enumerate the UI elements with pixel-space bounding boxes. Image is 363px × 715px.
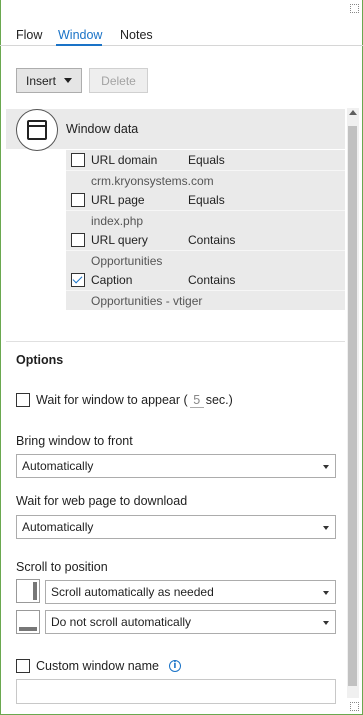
- property-operator[interactable]: Contains: [188, 273, 235, 287]
- info-icon[interactable]: i: [168, 660, 181, 672]
- scrollbar-thumb[interactable]: [348, 126, 357, 686]
- horizontal-scroll-value: Do not scroll automatically: [51, 615, 192, 629]
- resize-grip-icon[interactable]: [350, 4, 359, 13]
- custom-window-name-option: Custom window name i: [16, 658, 181, 674]
- bring-to-front-label: Bring window to front: [16, 434, 133, 448]
- insert-button-label: Insert: [25, 73, 56, 88]
- property-operator[interactable]: Equals: [188, 153, 225, 167]
- wait-seconds-suffix: sec.): [205, 393, 233, 407]
- wait-for-window-label: Wait for window to appear (: [36, 393, 188, 407]
- wait-for-page-label: Wait for web page to download: [16, 494, 188, 508]
- wait-for-page-value: Automatically: [22, 520, 94, 534]
- vertical-scroll-icon: [16, 579, 40, 603]
- active-tab-indicator: [56, 44, 102, 46]
- delete-button-label: Delete: [101, 73, 136, 88]
- section-divider: [6, 341, 345, 342]
- tab-flow[interactable]: Flow: [16, 28, 42, 42]
- chevron-down-icon: [323, 526, 329, 530]
- property-name: Caption: [91, 273, 133, 287]
- caption-checkbox[interactable]: [71, 273, 85, 287]
- property-value-row[interactable]: index.php: [66, 210, 345, 230]
- property-row-caption[interactable]: Caption Contains: [66, 270, 345, 290]
- horizontal-scroll-select[interactable]: Do not scroll automatically: [45, 610, 336, 634]
- custom-window-name-checkbox[interactable]: [16, 659, 30, 673]
- property-operator[interactable]: Equals: [188, 193, 225, 207]
- property-value-row[interactable]: Opportunities - vtiger: [66, 290, 345, 310]
- wait-seconds-input[interactable]: 5: [189, 393, 204, 408]
- delete-button[interactable]: Delete: [89, 68, 148, 93]
- bring-to-front-select[interactable]: Automatically: [16, 454, 336, 478]
- property-value[interactable]: crm.kryonsystems.com: [91, 174, 214, 188]
- chevron-down-icon: [323, 465, 329, 469]
- window-icon-badge: [16, 109, 58, 151]
- property-name: URL page: [91, 193, 145, 207]
- vertical-scroll-value: Scroll automatically as needed: [51, 585, 214, 599]
- wait-for-page-select[interactable]: Automatically: [16, 515, 336, 539]
- url-query-checkbox[interactable]: [71, 233, 85, 247]
- property-value-row[interactable]: crm.kryonsystems.com: [66, 170, 345, 190]
- property-row-url-query[interactable]: URL query Contains: [66, 230, 345, 250]
- property-row-url-page[interactable]: URL page Equals: [66, 190, 345, 210]
- window-data-header[interactable]: Window data: [6, 109, 345, 151]
- tab-bar: Flow Window Notes: [0, 22, 363, 46]
- chevron-down-icon: [323, 591, 329, 595]
- property-value-row[interactable]: Opportunities: [66, 250, 345, 270]
- wait-for-window-option: Wait for window to appear ( 5 sec.): [16, 392, 233, 408]
- bring-to-front-value: Automatically: [22, 459, 94, 473]
- horizontal-scroll-icon: [16, 610, 40, 634]
- wait-for-window-checkbox[interactable]: [16, 393, 30, 407]
- property-name: URL domain: [91, 153, 158, 167]
- url-domain-checkbox[interactable]: [71, 153, 85, 167]
- property-row-url-domain[interactable]: URL domain Equals: [66, 150, 345, 170]
- window-icon: [27, 120, 47, 140]
- window-data-title: Window data: [66, 122, 139, 136]
- scroll-to-position-label: Scroll to position: [16, 560, 108, 574]
- custom-window-name-label: Custom window name: [36, 659, 159, 673]
- tab-window[interactable]: Window: [58, 28, 102, 42]
- url-page-checkbox[interactable]: [71, 193, 85, 207]
- tab-notes[interactable]: Notes: [120, 28, 153, 42]
- scroll-up-arrow-icon[interactable]: [349, 110, 357, 115]
- property-name: URL query: [91, 233, 148, 247]
- property-value[interactable]: Opportunities - vtiger: [91, 294, 202, 308]
- property-value[interactable]: Opportunities: [91, 254, 162, 268]
- property-operator[interactable]: Contains: [188, 233, 235, 247]
- chevron-down-icon: [323, 621, 329, 625]
- chevron-down-icon: [64, 78, 72, 83]
- custom-window-name-input[interactable]: [16, 679, 336, 704]
- options-title: Options: [16, 353, 64, 367]
- property-value[interactable]: index.php: [91, 214, 143, 228]
- vertical-scroll-select[interactable]: Scroll automatically as needed: [45, 580, 336, 604]
- insert-button[interactable]: Insert: [16, 68, 82, 93]
- resize-grip-icon[interactable]: [350, 702, 359, 711]
